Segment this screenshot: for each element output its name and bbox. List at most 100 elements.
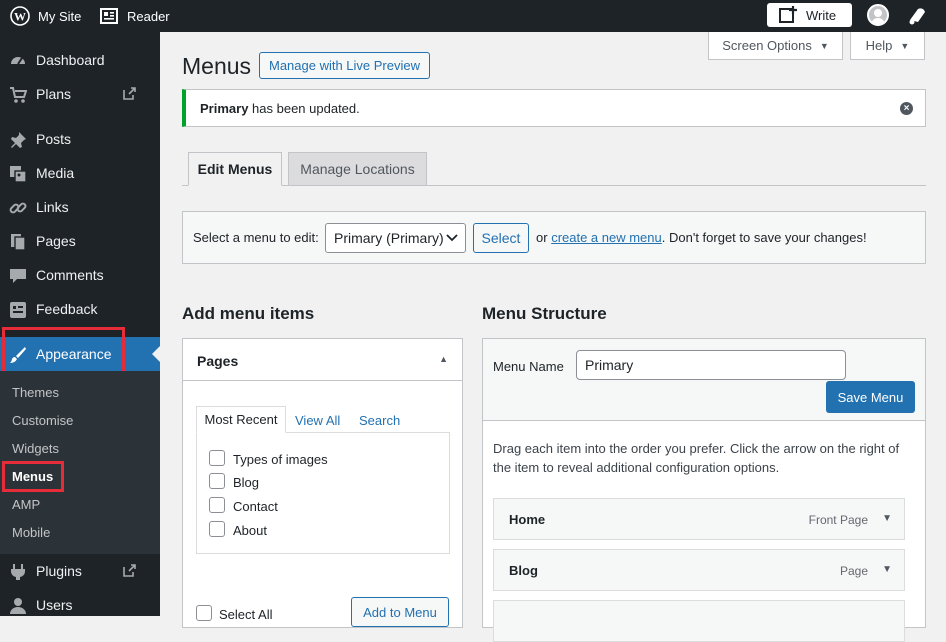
menu-management: Menu Name Primary Save Menu Drag each it… <box>482 338 926 642</box>
help-button[interactable]: Help ▼ <box>850 32 925 60</box>
reader-link[interactable]: Reader <box>100 0 170 32</box>
media-icon <box>8 165 28 183</box>
menu-item-row[interactable] <box>493 600 905 642</box>
write-icon <box>779 6 797 23</box>
sidebar-item-label: Feedback <box>36 301 98 317</box>
plugins-icon <box>8 563 28 581</box>
comments-icon <box>8 267 28 285</box>
sidebar-item-comments[interactable]: Comments <box>0 258 160 292</box>
menu-item-row[interactable]: Home Front Page ▼ <box>493 498 905 540</box>
save-menu-button[interactable]: Save Menu <box>826 381 915 413</box>
link-icon <box>8 199 28 217</box>
cart-icon <box>8 86 28 104</box>
subtab-search[interactable]: Search <box>359 413 400 428</box>
page-label: Contact <box>233 499 278 514</box>
chevron-down-icon <box>446 234 458 242</box>
page-label: Blog <box>233 475 260 490</box>
highlight-menus <box>2 461 64 492</box>
sidebar-item-feedback[interactable]: Feedback <box>0 292 160 326</box>
sidebar-item-label: Pages <box>36 233 76 249</box>
dashboard-icon <box>8 52 28 70</box>
sidebar-item-users[interactable]: Users <box>0 588 160 616</box>
submenu-item-amp[interactable]: AMP <box>12 497 40 512</box>
create-menu-link[interactable]: create a new menu <box>551 230 662 245</box>
pages-icon <box>8 233 28 251</box>
select-menu-label: Select a menu to edit: <box>193 230 319 245</box>
reader-icon <box>100 8 118 24</box>
caret-up-icon: ▲ <box>439 354 448 364</box>
sidebar-item-label: Links <box>36 199 69 215</box>
admin-sidebar: Dashboard Plans Posts Media Links Pages … <box>0 32 160 616</box>
notifications-icon <box>909 8 925 25</box>
caret-down-icon: ▼ <box>900 40 910 51</box>
submenu-item-widgets[interactable]: Widgets <box>12 441 59 456</box>
caret-down-icon[interactable]: ▼ <box>882 513 892 524</box>
menu-item-type: Front Page <box>808 513 868 527</box>
pages-checklist: Types of images Blog Contact About <box>196 432 450 554</box>
menu-structure-heading: Menu Structure <box>482 304 607 323</box>
pages-panel-header[interactable]: Pages ▲ <box>183 339 462 381</box>
success-notice: Primary has been updated. × <box>182 89 926 127</box>
sidebar-item-label: Media <box>36 165 75 181</box>
sidebar-item-pages[interactable]: Pages <box>0 224 160 258</box>
live-preview-button[interactable]: Manage with Live Preview <box>259 52 430 79</box>
menu-item-title: Home <box>509 512 546 527</box>
subtab-view-all[interactable]: View All <box>295 413 340 428</box>
menu-item-type: Page <box>839 564 868 578</box>
my-site-link[interactable]: W My Site <box>10 0 81 32</box>
page-checkbox[interactable] <box>209 521 225 537</box>
create-menu-text: or create a new menu. Don't forget to sa… <box>536 230 867 245</box>
caret-down-icon[interactable]: ▼ <box>882 564 892 575</box>
select-button[interactable]: Select <box>473 223 529 253</box>
sidebar-item-posts[interactable]: Posts <box>0 122 160 156</box>
avatar[interactable] <box>867 4 889 26</box>
menu-select-value: Primary (Primary) <box>334 230 444 246</box>
pages-panel-title: Pages <box>197 353 239 369</box>
write-button[interactable]: Write <box>767 3 852 27</box>
submenu-item-themes[interactable]: Themes <box>12 385 59 400</box>
tab-label: Edit Menus <box>197 161 273 177</box>
subtab-label: Most Recent <box>204 412 278 427</box>
subtab-most-recent[interactable]: Most Recent <box>196 406 286 433</box>
select-all-checkbox[interactable] <box>196 605 212 621</box>
page-checkbox[interactable] <box>209 473 225 489</box>
instructions-line-2: the item to reveal additional configurat… <box>493 460 780 475</box>
my-site-label: My Site <box>38 8 82 24</box>
svg-text:W: W <box>14 10 26 24</box>
tab-manage-locations[interactable]: Manage Locations <box>288 152 427 186</box>
external-link-icon <box>123 564 136 577</box>
page-title: Menus <box>182 53 252 79</box>
write-label: Write <box>806 7 837 23</box>
notifications-button[interactable] <box>906 0 928 32</box>
screen-options-button[interactable]: Screen Options ▼ <box>708 32 843 60</box>
or-text: or <box>536 230 548 245</box>
page-label: About <box>233 523 267 538</box>
sidebar-item-label: Posts <box>36 131 72 147</box>
submenu-item-mobile[interactable]: Mobile <box>12 525 50 540</box>
sidebar-item-label: Comments <box>36 267 104 283</box>
tab-label: Manage Locations <box>300 161 415 177</box>
dismiss-icon[interactable]: × <box>900 102 913 115</box>
tab-edit-menus[interactable]: Edit Menus <box>188 152 282 186</box>
menu-select[interactable]: Primary (Primary) <box>325 223 466 253</box>
menu-name-value: Primary <box>585 357 634 373</box>
page-checkbox[interactable] <box>209 450 225 466</box>
admin-bar: W My Site Reader Write <box>0 0 946 32</box>
menu-name-input[interactable]: Primary <box>576 350 846 380</box>
sidebar-item-label: Plugins <box>36 563 82 579</box>
main-content: Screen Options ▼ Help ▼ Menus Manage wit… <box>160 32 946 642</box>
sidebar-item-links[interactable]: Links <box>0 190 160 224</box>
sidebar-item-plugins[interactable]: Plugins <box>0 554 160 588</box>
appearance-submenu: Themes Customise Widgets Menus AMP Mobil… <box>0 371 160 554</box>
sidebar-item-media[interactable]: Media <box>0 156 160 190</box>
caret-down-icon: ▼ <box>819 40 829 51</box>
sidebar-item-plans[interactable]: Plans <box>0 77 160 111</box>
select-menu-bar: Select a menu to edit: Primary (Primary)… <box>182 211 926 264</box>
select-all-label: Select All <box>219 607 273 622</box>
sidebar-item-dashboard[interactable]: Dashboard <box>0 43 160 77</box>
page-checkbox[interactable] <box>209 497 225 513</box>
add-to-menu-button[interactable]: Add to Menu <box>351 597 449 627</box>
menu-item-row[interactable]: Blog Page ▼ <box>493 549 905 591</box>
submenu-item-customise[interactable]: Customise <box>12 413 73 428</box>
reader-label: Reader <box>127 8 170 24</box>
